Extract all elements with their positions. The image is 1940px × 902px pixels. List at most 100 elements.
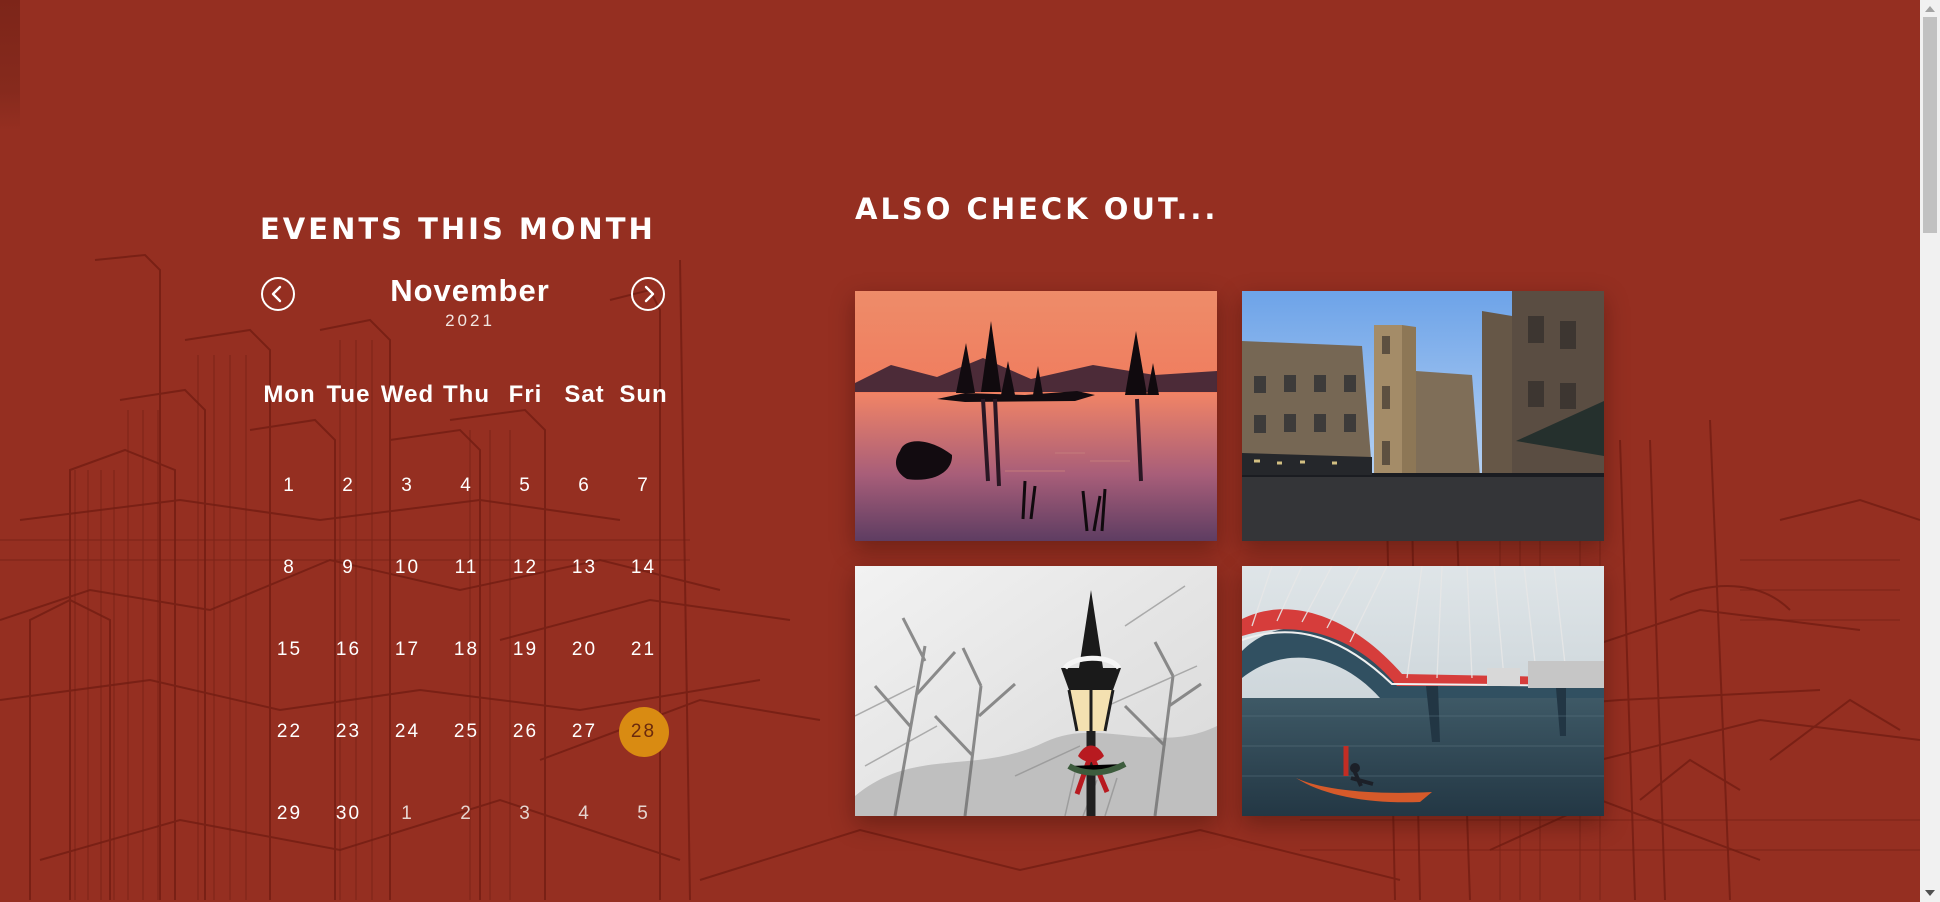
day-number: 16 — [335, 639, 362, 660]
day-number: 30 — [335, 803, 362, 824]
day-number: 24 — [394, 721, 421, 742]
calendar-day[interactable]: 18 — [437, 609, 496, 691]
day-number: 9 — [342, 557, 355, 578]
vertical-scrollbar[interactable] — [1920, 0, 1940, 902]
previous-month-button[interactable] — [261, 277, 295, 311]
day-number: 25 — [453, 721, 480, 742]
calendar-day[interactable]: 30 — [319, 773, 378, 855]
calendar-day-next-month[interactable]: 5 — [614, 773, 673, 855]
calendar-day[interactable]: 2 — [319, 445, 378, 527]
day-number: 29 — [276, 803, 303, 824]
day-number: 5 — [519, 475, 532, 496]
day-number: 6 — [578, 475, 591, 496]
day-number: 27 — [571, 721, 598, 742]
day-number: 28 — [618, 707, 669, 757]
day-number: 26 — [512, 721, 539, 742]
next-month-button[interactable] — [631, 277, 665, 311]
day-number: 12 — [512, 557, 539, 578]
events-calendar: EVENTS THIS MONTH November 2021 Mon Tue … — [260, 205, 674, 855]
calendar-day-next-month[interactable]: 3 — [496, 773, 555, 855]
calendar-day[interactable]: 26 — [496, 691, 555, 773]
calendar-day-next-month[interactable]: 4 — [555, 773, 614, 855]
day-number: 14 — [630, 557, 657, 578]
calendar-day[interactable]: 17 — [378, 609, 437, 691]
calendar-day[interactable]: 4 — [437, 445, 496, 527]
calendar-day[interactable]: 19 — [496, 609, 555, 691]
day-number: 1 — [401, 803, 414, 824]
year-label: 2021 — [445, 311, 495, 330]
calendar-day[interactable]: 27 — [555, 691, 614, 773]
calendar-day[interactable]: 5 — [496, 445, 555, 527]
medieval-tower-image — [1242, 291, 1604, 541]
calendar-day[interactable]: 24 — [378, 691, 437, 773]
calendar-day[interactable]: 9 — [319, 527, 378, 609]
calendar-day[interactable]: 6 — [555, 445, 614, 527]
day-number: 19 — [512, 639, 539, 660]
harbor-bridge-image — [1242, 566, 1604, 816]
events-title: EVENTS THIS MONTH — [260, 212, 656, 246]
calendar-day[interactable]: 10 — [378, 527, 437, 609]
calendar-day[interactable]: 21 — [614, 609, 673, 691]
day-number: 11 — [454, 557, 479, 578]
calendar-day-next-month[interactable]: 2 — [437, 773, 496, 855]
chevron-left-icon — [271, 285, 282, 303]
calendar-day[interactable]: 12 — [496, 527, 555, 609]
month-name: November — [390, 273, 550, 308]
calendar-day[interactable]: 23 — [319, 691, 378, 773]
also-check-out-section: ALSO CHECK OUT... — [855, 185, 1655, 233]
calendar-day[interactable]: 14 — [614, 527, 673, 609]
day-number: 15 — [276, 639, 303, 660]
calendar-day[interactable]: 3 — [378, 445, 437, 527]
medieval-tower-card[interactable] — [1242, 291, 1604, 541]
month-navigation: November 2021 — [260, 269, 674, 355]
day-number: 4 — [578, 803, 591, 824]
day-number: 13 — [571, 557, 598, 578]
calendar-grid: Mon Tue Wed Thu Fri Sat Sun 1 2 3 4 5 6 … — [260, 359, 674, 855]
weekday-label: Mon — [263, 381, 316, 408]
calendar-day[interactable]: 8 — [260, 527, 319, 609]
calendar-day[interactable]: 13 — [555, 527, 614, 609]
day-number: 21 — [630, 639, 657, 660]
scrollbar-thumb[interactable] — [1923, 17, 1937, 233]
calendar-day[interactable]: 29 — [260, 773, 319, 855]
day-number: 5 — [637, 803, 650, 824]
calendar-day[interactable]: 11 — [437, 527, 496, 609]
day-number: 20 — [571, 639, 598, 660]
day-number: 17 — [394, 639, 421, 660]
calendar-day[interactable]: 15 — [260, 609, 319, 691]
weekday-label: Fri — [508, 381, 543, 408]
calendar-day-next-month[interactable]: 1 — [378, 773, 437, 855]
chevron-right-icon — [644, 285, 655, 303]
day-number: 18 — [453, 639, 480, 660]
top-corner-shadow — [0, 0, 20, 130]
lake-sunset-card[interactable] — [855, 291, 1217, 541]
calendar-day-today[interactable]: 28 — [614, 691, 673, 773]
calendar-day[interactable]: 20 — [555, 609, 614, 691]
weekday-label: Sun — [619, 381, 668, 408]
day-number: 23 — [335, 721, 362, 742]
scroll-down-arrow-icon[interactable] — [1925, 890, 1935, 896]
scroll-up-arrow-icon[interactable] — [1925, 6, 1935, 12]
harbor-bridge-card[interactable] — [1242, 566, 1604, 816]
also-check-out-title: ALSO CHECK OUT... — [855, 192, 1219, 226]
calendar-day[interactable]: 7 — [614, 445, 673, 527]
page-background: EVENTS THIS MONTH November 2021 Mon Tue … — [0, 0, 1920, 902]
day-number: 1 — [283, 475, 296, 496]
day-number: 2 — [460, 803, 473, 824]
featured-photo-grid — [855, 291, 1607, 816]
weekday-label: Tue — [326, 381, 371, 408]
day-number: 3 — [519, 803, 532, 824]
calendar-day[interactable]: 1 — [260, 445, 319, 527]
calendar-day[interactable]: 25 — [437, 691, 496, 773]
winter-lamp-card[interactable] — [855, 566, 1217, 816]
day-number: 10 — [394, 557, 421, 578]
lake-sunset-image — [855, 291, 1217, 541]
day-number: 2 — [342, 475, 355, 496]
calendar-day[interactable]: 22 — [260, 691, 319, 773]
calendar-day[interactable]: 16 — [319, 609, 378, 691]
weekday-label: Sat — [564, 381, 605, 408]
day-number: 8 — [283, 557, 296, 578]
weekday-label: Wed — [380, 381, 435, 408]
day-number: 4 — [460, 475, 473, 496]
day-number: 22 — [276, 721, 303, 742]
